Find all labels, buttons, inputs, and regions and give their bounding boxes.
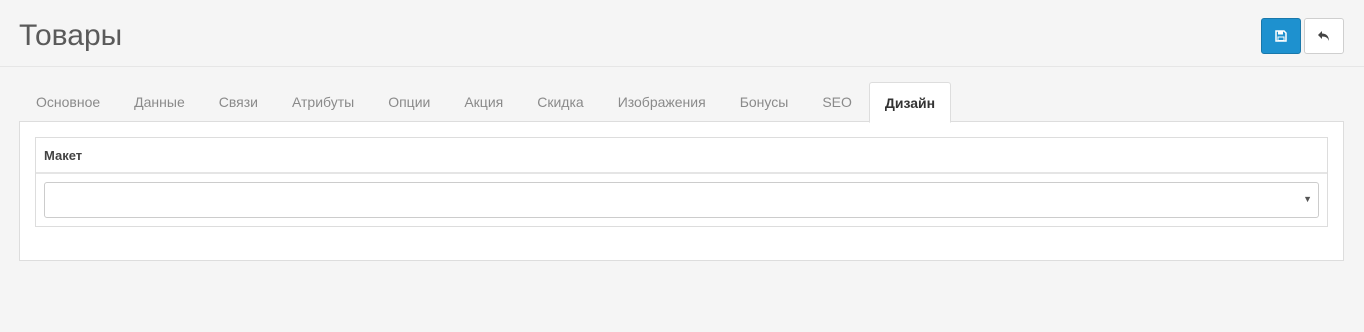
tab-bar: Основное Данные Связи Атрибуты Опции Акц… [19,82,952,123]
tab-seo[interactable]: SEO [805,82,869,122]
tab-images[interactable]: Изображения [601,82,723,122]
page-header: Товары [0,0,1364,67]
tab-options[interactable]: Опции [371,82,447,122]
tab-special[interactable]: Акция [447,82,520,122]
layout-column-header: Макет [36,138,1327,174]
tab-data[interactable]: Данные [117,82,202,122]
tab-links[interactable]: Связи [202,82,275,122]
back-button[interactable] [1304,18,1344,54]
tab-main[interactable]: Основное [19,82,117,122]
design-tab-panel: Макет ▼ [19,121,1344,261]
tab-discount[interactable]: Скидка [520,82,600,122]
caret-down-icon: ▼ [1303,194,1312,204]
tab-attributes[interactable]: Атрибуты [275,82,371,122]
tab-reward[interactable]: Бонусы [723,82,806,122]
save-icon [1275,30,1287,42]
tab-design[interactable]: Дизайн [868,82,952,123]
layout-select[interactable]: ▼ [44,182,1319,218]
reply-icon [1318,31,1329,41]
page-title: Товары [19,19,123,52]
save-button[interactable] [1261,18,1301,54]
layout-table: Макет ▼ [35,137,1328,227]
header-actions [1261,18,1344,54]
